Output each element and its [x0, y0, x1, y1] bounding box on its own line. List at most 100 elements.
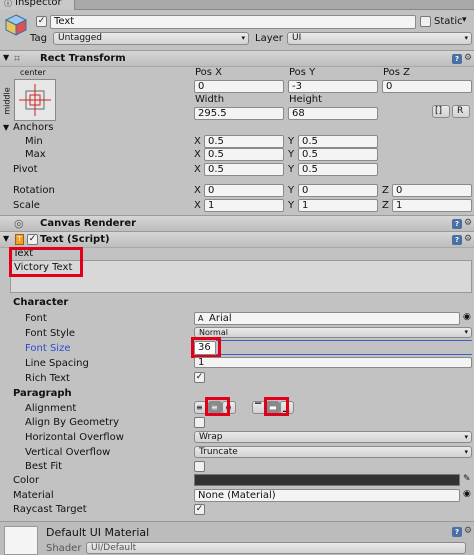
raycast-label: Raycast Target — [13, 504, 87, 515]
chevron-down-icon: ▾ — [464, 433, 468, 441]
active-checkbox[interactable]: ✓ — [36, 16, 47, 27]
gear-icon[interactable]: ⚙ — [464, 234, 472, 244]
max-y-axis: Y — [288, 149, 295, 160]
help-icon[interactable]: ? — [452, 235, 462, 245]
h-overflow-value: Wrap — [199, 432, 223, 442]
pos-y-label: Pos Y — [289, 67, 316, 78]
width-field[interactable]: 295.5 — [194, 107, 284, 120]
inspector-icon: ⓘ — [4, 0, 12, 8]
eyedropper-icon[interactable]: ✎ — [463, 474, 471, 484]
help-icon[interactable]: ? — [452, 527, 462, 537]
scale-y-field[interactable]: 1 — [298, 199, 378, 212]
h-overflow-dropdown[interactable]: Wrap ▾ — [194, 431, 472, 443]
shader-label: Shader — [46, 543, 82, 554]
pos-x-field[interactable]: 0 — [194, 80, 284, 93]
max-x-axis: X — [194, 149, 201, 160]
static-dropdown-arrow[interactable]: ▾ — [462, 15, 472, 28]
layer-value: UI — [292, 33, 302, 43]
rot-y-axis: Y — [288, 185, 295, 196]
scale-z-axis: Z — [382, 200, 389, 211]
height-label: Height — [289, 94, 323, 105]
pos-z-field[interactable]: 0 — [382, 80, 472, 93]
rich-text-checkbox[interactable]: ✓ — [194, 372, 205, 383]
rect-transform-icon: ⌗ — [14, 52, 21, 65]
pos-y-field[interactable]: -3 — [288, 80, 378, 93]
help-icon[interactable]: ? — [452, 54, 462, 64]
color-swatch[interactable] — [194, 474, 460, 486]
min-x-field[interactable]: 0.5 — [204, 135, 284, 148]
gameobject-cube-icon — [4, 13, 28, 37]
raycast-checkbox[interactable]: ✓ — [194, 504, 205, 515]
font-style-value: Normal — [199, 328, 228, 337]
font-size-label: Font Size — [25, 343, 71, 354]
text-script-header[interactable]: ▼ T ✓ Text (Script) ? ⚙ — [0, 231, 474, 248]
align-geometry-checkbox[interactable] — [194, 417, 205, 428]
material-label: Material — [13, 490, 54, 501]
color-label: Color — [13, 475, 40, 486]
font-size-field-underline — [216, 340, 472, 355]
gear-icon[interactable]: ⚙ — [464, 526, 472, 536]
height-field[interactable]: 68 — [288, 107, 378, 120]
font-asset-icon: A — [198, 314, 204, 323]
pos-x-label: Pos X — [195, 67, 223, 78]
min-label: Min — [25, 136, 43, 147]
best-fit-label: Best Fit — [25, 461, 63, 472]
line-spacing-field[interactable]: 1 — [194, 357, 472, 368]
rot-x-axis: X — [194, 185, 201, 196]
canvas-renderer-icon: ◎ — [14, 217, 24, 230]
canvas-renderer-header[interactable]: ◎ Canvas Renderer ? ⚙ — [0, 215, 474, 232]
raw-edit-button[interactable]: R — [452, 105, 470, 118]
anchor-presets-button[interactable] — [14, 79, 56, 121]
layer-dropdown[interactable]: UI ▾ — [287, 32, 472, 45]
help-icon[interactable]: ? — [452, 219, 462, 229]
pivot-y-field[interactable]: 0.5 — [298, 163, 378, 176]
rot-z-field[interactable]: 0 — [392, 184, 472, 197]
max-x-field[interactable]: 0.5 — [204, 148, 284, 161]
rect-transform-title: Rect Transform — [40, 53, 126, 64]
chevron-down-icon: ▾ — [464, 34, 468, 42]
shader-dropdown[interactable]: UI/Default — [86, 542, 466, 554]
font-field[interactable]: A Arial — [194, 312, 460, 325]
anchors-foldout-icon[interactable]: ▼ — [3, 122, 9, 134]
font-size-highlight-box — [191, 337, 221, 358]
pivot-x-field[interactable]: 0.5 — [204, 163, 284, 176]
material-field[interactable]: None (Material) — [194, 489, 460, 502]
object-picker-icon[interactable]: ◉ — [463, 489, 471, 499]
rotation-label: Rotation — [13, 185, 55, 196]
alignment-label: Alignment — [25, 403, 77, 414]
font-value: Arial — [209, 313, 232, 324]
rect-transform-header[interactable]: ▼ ⌗ Rect Transform ? ⚙ — [0, 50, 474, 67]
gear-icon[interactable]: ⚙ — [464, 218, 472, 228]
max-y-field[interactable]: 0.5 — [298, 148, 378, 161]
static-label: Static — [434, 16, 463, 27]
material-name: Default UI Material — [46, 526, 150, 539]
text-highlight-box — [9, 247, 83, 277]
pivot-label: Pivot — [13, 164, 38, 175]
scale-x-field[interactable]: 1 — [204, 199, 284, 212]
static-checkbox[interactable] — [420, 16, 431, 27]
paragraph-header: Paragraph — [13, 388, 72, 399]
h-overflow-label: Horizontal Overflow — [25, 432, 124, 443]
width-label: Width — [195, 94, 225, 105]
rot-x-field[interactable]: 0 — [204, 184, 284, 197]
v-overflow-dropdown[interactable]: Truncate ▾ — [194, 446, 472, 458]
rot-y-field[interactable]: 0 — [298, 184, 378, 197]
blueprint-mode-button[interactable]: [] — [432, 105, 450, 118]
min-y-field[interactable]: 0.5 — [298, 135, 378, 148]
chevron-down-icon: ▾ — [241, 34, 245, 42]
max-label: Max — [25, 149, 46, 160]
best-fit-checkbox[interactable] — [194, 461, 205, 472]
pivot-x-axis: X — [194, 164, 201, 175]
object-name-field[interactable]: Text — [50, 15, 416, 29]
min-y-axis: Y — [288, 136, 295, 147]
chevron-down-icon: ▾ — [464, 328, 468, 336]
text-script-enabled-checkbox[interactable]: ✓ — [27, 234, 38, 245]
tag-dropdown[interactable]: Untagged ▾ — [53, 32, 249, 45]
v-overflow-value: Truncate — [199, 447, 238, 457]
scale-z-field[interactable]: 1 — [392, 199, 472, 212]
object-picker-icon[interactable]: ◉ — [463, 312, 471, 322]
gear-icon[interactable]: ⚙ — [464, 53, 472, 63]
layer-label: Layer — [255, 33, 283, 44]
inspector-tab[interactable]: ⓘ Inspector — [0, 0, 75, 10]
font-style-dropdown[interactable]: Normal ▾ — [194, 327, 472, 338]
